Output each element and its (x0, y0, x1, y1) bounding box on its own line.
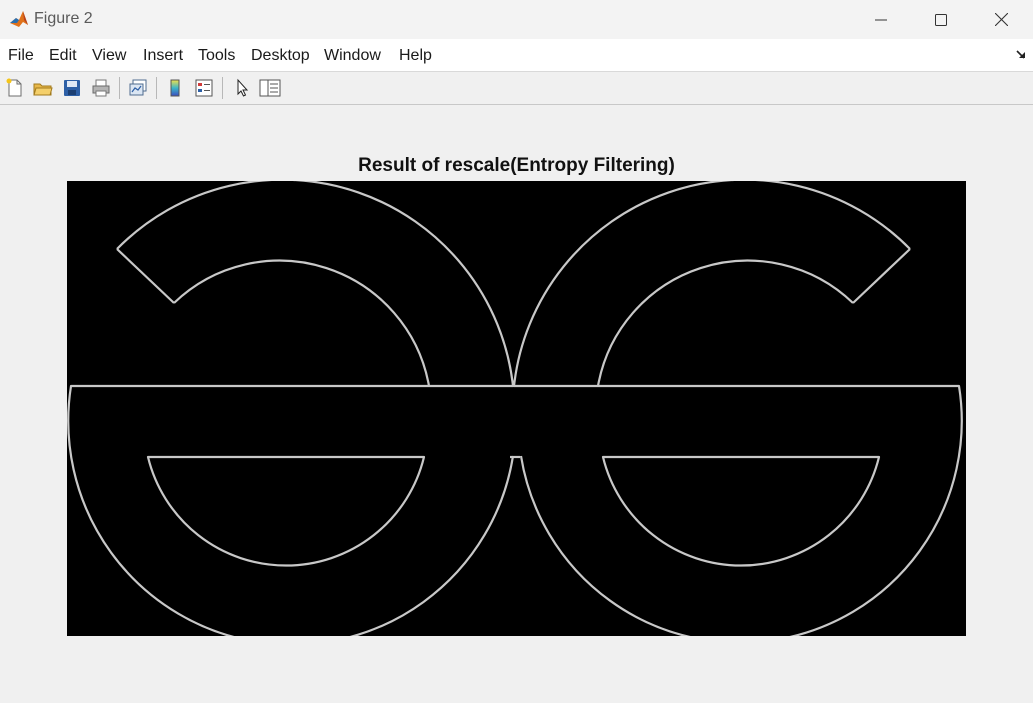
maximize-button[interactable] (911, 0, 971, 39)
menu-help[interactable]: Help (399, 47, 432, 65)
image-axes (67, 181, 966, 636)
property-editor-button[interactable] (258, 76, 282, 100)
menu-insert[interactable]: Insert (143, 47, 183, 65)
link-plot-icon (129, 79, 147, 96)
open-file-icon (33, 83, 53, 96)
maximize-icon (935, 13, 947, 26)
new-figure-icon (6, 78, 22, 97)
window-title: Figure 2 (34, 10, 93, 27)
toolbar-separator (156, 77, 157, 99)
minimize-icon (875, 19, 887, 20)
toolbar-separator (222, 77, 223, 99)
matlab-icon (9, 9, 29, 29)
colorbar-button[interactable] (163, 76, 187, 100)
minimize-button[interactable] (851, 0, 911, 39)
menu-view[interactable]: View (92, 47, 126, 65)
colorbar-icon (170, 79, 180, 97)
close-icon (994, 13, 1008, 26)
entropy-filtered-image (67, 181, 966, 636)
property-editor-icon (259, 79, 281, 97)
link-plot-button[interactable] (126, 76, 150, 100)
print-button[interactable] (89, 76, 113, 100)
menu-file[interactable]: File (8, 47, 34, 65)
print-icon (92, 79, 110, 97)
window-titlebar: Figure 2 (0, 0, 1033, 39)
pointer-icon (237, 78, 249, 97)
plot-title: Result of rescale(Entropy Filtering) (358, 155, 675, 176)
save-button[interactable] (60, 76, 84, 100)
close-button[interactable] (971, 0, 1031, 39)
menu-window[interactable]: Window (324, 47, 381, 65)
menu-desktop[interactable]: Desktop (251, 47, 310, 65)
toolbar-separator (119, 77, 120, 99)
legend-icon (195, 79, 213, 97)
open-file-button[interactable] (31, 76, 55, 100)
figure-toolbar (0, 72, 1033, 105)
menu-tools[interactable]: Tools (198, 47, 235, 65)
menu-edit[interactable]: Edit (49, 47, 77, 65)
pointer-button[interactable] (230, 76, 254, 100)
menu-bar: File Edit View Insert Tools Desktop Wind… (0, 39, 1033, 72)
legend-button[interactable] (192, 76, 216, 100)
save-icon (64, 80, 80, 96)
dock-arrow-icon[interactable] (1015, 48, 1029, 62)
new-figure-button[interactable] (3, 76, 27, 100)
